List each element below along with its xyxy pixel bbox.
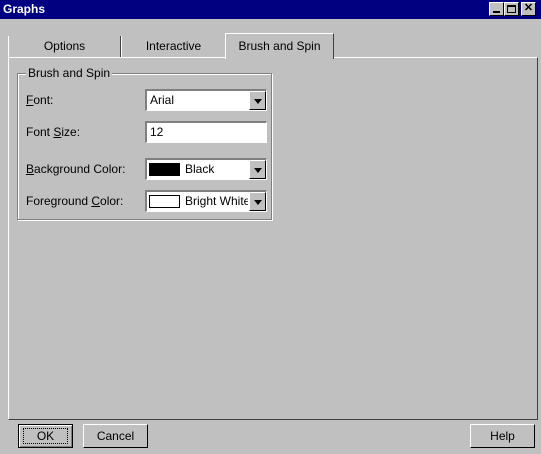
font-select[interactable]: Arial: [145, 89, 267, 111]
background-color-label-post: ackground Color:: [34, 162, 126, 176]
close-icon: ✕: [523, 2, 534, 14]
background-color-dropdown-button[interactable]: [249, 160, 266, 179]
font-size-label-pre: Font: [26, 125, 54, 139]
close-button[interactable]: ✕: [521, 2, 536, 16]
graphs-dialog: Graphs ✕ Options Interactive Brush and S…: [0, 0, 541, 454]
maximize-icon: [507, 5, 516, 13]
foreground-color-value: Bright White: [185, 194, 248, 208]
maximize-button[interactable]: [504, 2, 519, 16]
background-color-value: Black: [185, 162, 215, 176]
chevron-down-icon: [254, 200, 262, 205]
font-value: Arial: [150, 93, 175, 107]
font-label-post: ont:: [33, 93, 54, 107]
foreground-color-label-accel: C: [91, 194, 101, 208]
font-size-label-post: ize:: [61, 125, 81, 139]
tab-brush-and-spin[interactable]: Brush and Spin: [225, 33, 334, 59]
title-bar[interactable]: Graphs ✕: [0, 0, 541, 19]
font-size-input[interactable]: 12: [145, 121, 267, 143]
tab-options[interactable]: Options: [8, 36, 121, 57]
font-size-value: 12: [150, 125, 164, 139]
ok-button[interactable]: OK: [18, 424, 73, 448]
foreground-color-label-post: olor:: [100, 194, 124, 208]
window-title: Graphs: [3, 2, 46, 16]
cancel-button[interactable]: Cancel: [83, 424, 148, 448]
group-title: Brush and Spin: [26, 66, 113, 80]
background-color-swatch: [149, 163, 180, 176]
chevron-down-icon: [254, 168, 262, 173]
foreground-color-dropdown-button[interactable]: [249, 192, 266, 211]
foreground-color-label: Foreground Color:: [26, 194, 123, 208]
font-size-label: Font Size:: [26, 125, 80, 139]
tab-interactive[interactable]: Interactive: [121, 36, 226, 57]
foreground-color-select[interactable]: Bright White: [145, 190, 267, 212]
background-color-select[interactable]: Black: [145, 158, 267, 180]
foreground-color-swatch: [149, 195, 180, 208]
focus-rect: [23, 428, 68, 444]
minimize-button[interactable]: [489, 2, 504, 16]
background-color-label-accel: B: [26, 162, 35, 176]
font-label: Font:: [26, 93, 53, 107]
help-button[interactable]: Help: [470, 424, 535, 448]
foreground-color-label-pre: Foreground: [26, 194, 92, 208]
chevron-down-icon: [254, 99, 262, 104]
minimize-icon: [493, 11, 500, 13]
font-dropdown-button[interactable]: [249, 91, 266, 110]
background-color-label: Background Color:: [26, 162, 125, 176]
